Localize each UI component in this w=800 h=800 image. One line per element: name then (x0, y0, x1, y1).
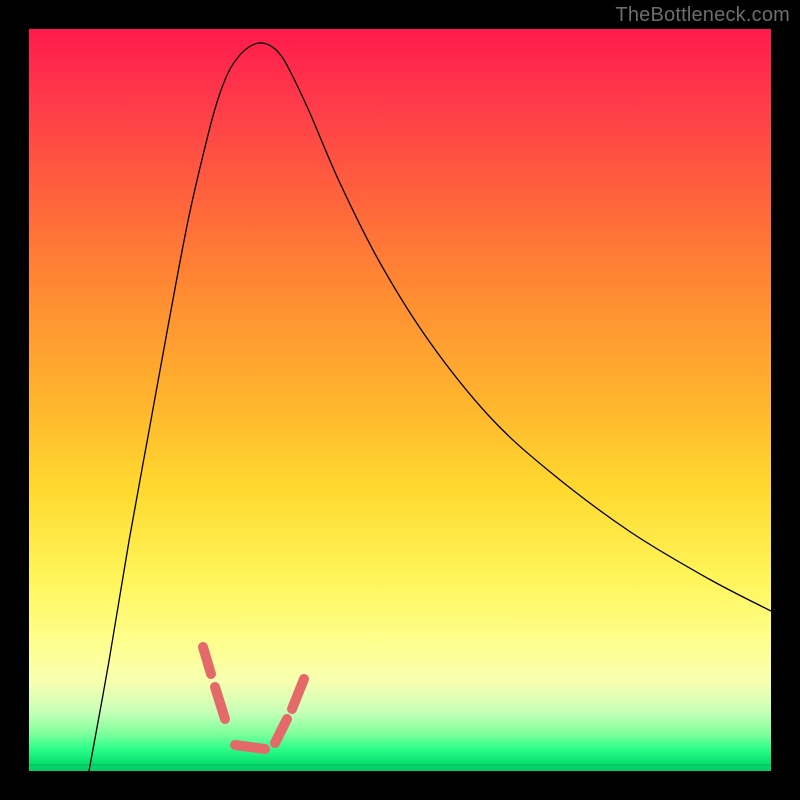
marker-group (203, 647, 304, 749)
marker-right-2 (292, 679, 304, 709)
watermark: TheBottleneck.com (615, 4, 790, 27)
marker-left-2 (215, 687, 225, 719)
plot-area (29, 29, 771, 771)
bottleneck-curve (29, 29, 771, 771)
curve-path (89, 43, 771, 771)
marker-left-1 (203, 647, 211, 674)
marker-right-1 (275, 719, 287, 743)
marker-bottom (235, 745, 265, 749)
